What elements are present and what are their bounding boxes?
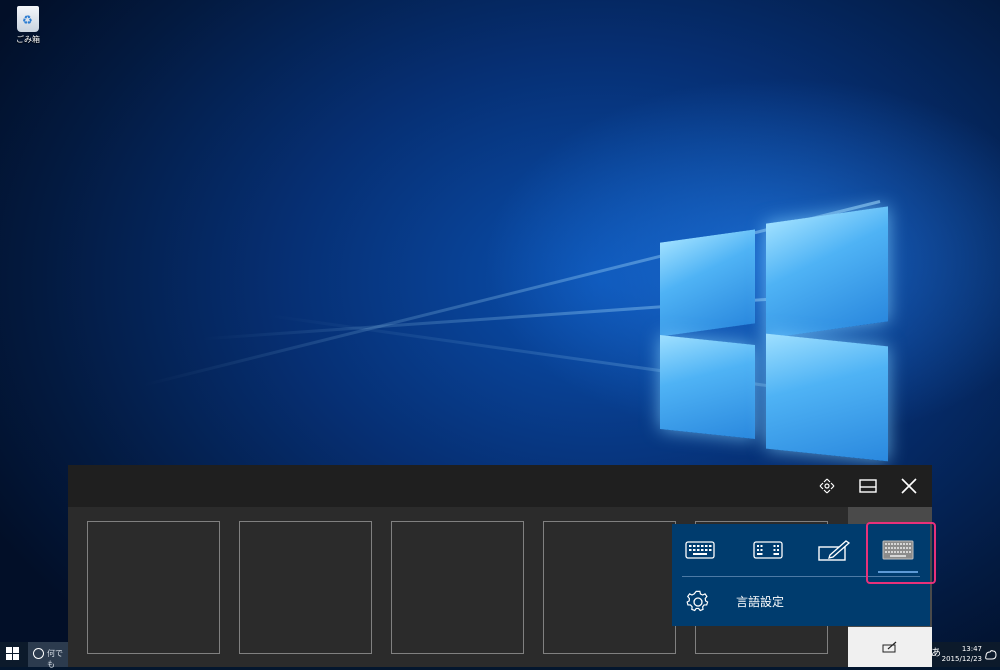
- highlight-annotation: [866, 522, 936, 584]
- recycle-bin-icon: ♻: [17, 6, 39, 32]
- split-keyboard-icon: [753, 541, 783, 559]
- handwriting-candidate-box[interactable]: [87, 521, 220, 654]
- keyboard-toolbar: [68, 465, 932, 507]
- language-settings-label: 言語設定: [736, 595, 785, 609]
- window-logo-pane: [766, 206, 888, 339]
- handwriting-mode-button[interactable]: [848, 627, 932, 667]
- handwriting-candidate-box[interactable]: [543, 521, 676, 654]
- handwriting-candidate-box[interactable]: [391, 521, 524, 654]
- standard-keyboard-icon: [685, 541, 715, 559]
- clock-date: 2015/12/23: [941, 655, 982, 663]
- handwriting-option[interactable]: [810, 530, 858, 570]
- search-box[interactable]: 何でも: [28, 642, 70, 669]
- handwriting-candidate-box[interactable]: [239, 521, 372, 654]
- standard-keyboard-option[interactable]: [676, 530, 724, 570]
- close-icon[interactable]: [889, 465, 929, 507]
- dock-keyboard-icon[interactable]: [848, 465, 888, 507]
- window-logo-pane: [660, 335, 755, 439]
- cortana-icon: [33, 648, 44, 659]
- language-settings-item[interactable]: 言語設定: [672, 584, 930, 620]
- windows-start-icon[interactable]: [6, 647, 20, 661]
- handwriting-icon: [882, 641, 897, 653]
- system-clock[interactable]: 13:47 2015/12/23: [940, 644, 982, 664]
- recycle-bin[interactable]: ♻ ごみ箱: [8, 6, 48, 45]
- window-logo-pane: [766, 333, 888, 462]
- handwriting-pen-icon: [818, 540, 850, 561]
- move-handle-icon[interactable]: [807, 465, 847, 507]
- recycle-bin-label: ごみ箱: [16, 35, 40, 44]
- window-logo-pane: [660, 229, 755, 336]
- gear-icon: [686, 590, 709, 612]
- clock-time: 13:47: [961, 645, 982, 653]
- notification-icon[interactable]: [985, 650, 997, 663]
- split-keyboard-option[interactable]: [744, 530, 792, 570]
